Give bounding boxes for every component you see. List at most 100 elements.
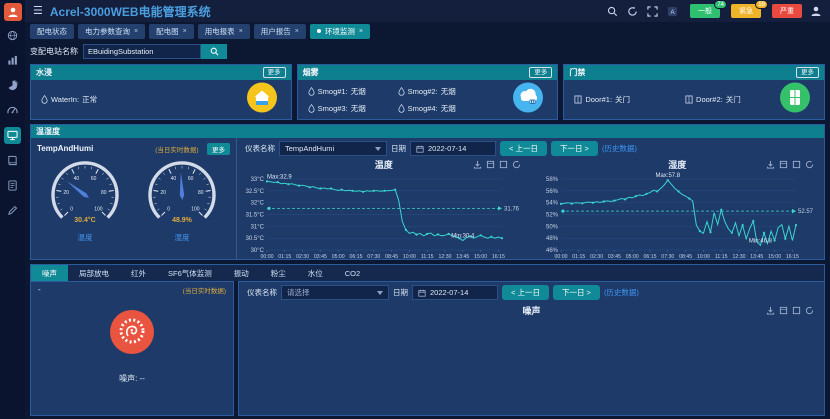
tab-noise[interactable]: 噪声	[31, 265, 68, 281]
meter-select[interactable]: 请选择	[281, 285, 389, 300]
user-avatar[interactable]	[4, 3, 22, 21]
sensor-tabbar: 噪声 局部放电 红外 SF6气体监测 振动 粉尘 水位 CO2	[30, 264, 825, 281]
close-tab-icon[interactable]: ×	[183, 28, 187, 35]
restore-icon[interactable]	[499, 160, 508, 169]
tab-vibration[interactable]: 振动	[223, 265, 260, 281]
tab-dust[interactable]: 粉尘	[260, 265, 297, 281]
svg-text:11:15: 11:15	[714, 254, 727, 260]
date-picker[interactable]: 2022-07-14	[410, 141, 496, 156]
svg-text:40: 40	[74, 176, 80, 182]
close-tab-icon[interactable]: ×	[359, 28, 363, 35]
substation-name-input[interactable]	[83, 44, 201, 59]
monitor-icon[interactable]	[4, 127, 21, 144]
tab-sf6-gas[interactable]: SF6气体监测	[157, 265, 223, 281]
tab-water-level[interactable]: 水位	[297, 265, 334, 281]
pie-chart-icon[interactable]	[4, 77, 21, 94]
globe-icon[interactable]	[4, 27, 21, 44]
meter-select[interactable]: TempAndHumi	[279, 141, 387, 156]
history-data-link[interactable]: (历史数据)	[604, 287, 639, 298]
history-controls: 仪表名称 TempAndHumi 日期 2022-07-14 < 上一日 下一日…	[237, 138, 824, 159]
search-icon[interactable]	[606, 5, 619, 18]
tab-energy-report[interactable]: 用电报表×	[198, 24, 250, 39]
alarm-general-button[interactable]: 一般 74	[690, 4, 720, 18]
history-data-link[interactable]: (历史数据)	[602, 143, 637, 154]
close-tab-icon[interactable]: ×	[239, 28, 243, 35]
humidity-chart-canvas[interactable]: 46%48%50%52%54%56%58%00:0001:1502:3003:4…	[531, 172, 823, 260]
gauge-icon[interactable]	[4, 102, 21, 119]
chart-toolbox	[473, 160, 521, 169]
calendar-icon	[418, 289, 426, 297]
door-status-icon	[780, 82, 810, 117]
substation-search-row: 变配电站名称	[25, 40, 830, 62]
svg-text:60: 60	[188, 176, 194, 182]
refresh-chart-icon[interactable]	[805, 306, 814, 315]
data-view-icon[interactable]	[779, 306, 788, 315]
prev-day-button[interactable]: < 上一日	[502, 285, 549, 300]
door-small-icon	[574, 95, 582, 104]
temperature-chart-canvas[interactable]: 30°C30.5°C31°C31.5°C32°C32.5°C33°C00:000…	[237, 172, 529, 260]
main-column: ☰ Acrel-3000WEB电能管理系统 A 一般 74 紧急 59	[25, 0, 830, 419]
substation-search-button[interactable]	[201, 44, 227, 59]
water-more-button[interactable]: 更多	[263, 67, 286, 78]
svg-text:30.4°C: 30.4°C	[74, 216, 95, 224]
date-label: 日期	[391, 143, 406, 154]
water-panel-title: 水浸	[36, 67, 52, 78]
noise-realtime-card: - (当日实时数据) 噪声: --	[30, 281, 234, 416]
book-icon[interactable]	[4, 152, 21, 169]
next-day-button[interactable]: 下一日 >	[553, 285, 600, 300]
bar-chart-icon[interactable]	[4, 52, 21, 69]
date-picker[interactable]: 2022-07-14	[412, 285, 498, 300]
data-view-icon[interactable]	[779, 160, 788, 169]
tab-environment-monitoring[interactable]: 环境监测×	[310, 24, 370, 39]
tab-distribution-diagram[interactable]: 配电图×	[149, 24, 194, 39]
svg-text:56%: 56%	[545, 189, 558, 195]
smoke-sensor-item: Smog#1:无烟	[308, 86, 398, 97]
tab-power-parameter-query[interactable]: 电力参数查询×	[78, 24, 145, 39]
hamburger-menu-icon[interactable]: ☰	[33, 6, 43, 17]
tab-infrared[interactable]: 红外	[120, 265, 157, 281]
data-view-icon[interactable]	[486, 160, 495, 169]
svg-text:32.5°C: 32.5°C	[246, 189, 265, 195]
smoke-more-button[interactable]: 更多	[529, 67, 552, 78]
refresh-icon[interactable]	[626, 5, 639, 18]
tab-co2[interactable]: CO2	[334, 265, 371, 281]
edit-icon[interactable]	[4, 202, 21, 219]
fullscreen-icon[interactable]	[646, 5, 659, 18]
top-bar: ☰ Acrel-3000WEB电能管理系统 A 一般 74 紧急 59	[25, 0, 830, 22]
next-day-button[interactable]: 下一日 >	[551, 141, 598, 156]
user-icon[interactable]	[809, 5, 822, 18]
alarm-severe-button[interactable]: 严重	[772, 4, 802, 18]
save-image-icon[interactable]	[766, 160, 775, 169]
temp-humidity-more-button[interactable]: 更多	[207, 143, 230, 155]
svg-text:00:00: 00:00	[554, 254, 567, 260]
smoke-panel-title: 烟雾	[303, 67, 319, 78]
droplet-icon	[41, 95, 48, 104]
tab-distribution-status[interactable]: 配电状态	[30, 24, 74, 39]
document-icon[interactable]	[4, 177, 21, 194]
refresh-chart-icon[interactable]	[512, 160, 521, 169]
chevron-down-icon	[375, 147, 381, 151]
close-tab-icon[interactable]: ×	[295, 28, 299, 35]
save-image-icon[interactable]	[766, 306, 775, 315]
svg-text:10:00: 10:00	[696, 254, 709, 260]
svg-text:20: 20	[160, 190, 166, 196]
svg-text:01:15: 01:15	[572, 254, 585, 260]
prev-day-button[interactable]: < 上一日	[500, 141, 547, 156]
noise-chart-area[interactable]: 噪声	[239, 303, 824, 415]
refresh-chart-icon[interactable]	[805, 160, 814, 169]
svg-text:16:15: 16:15	[492, 254, 505, 260]
droplet-icon	[398, 87, 405, 96]
language-icon[interactable]: A	[666, 5, 679, 18]
svg-text:06:15: 06:15	[643, 254, 656, 260]
tab-partial-discharge[interactable]: 局部放电	[68, 265, 120, 281]
door-more-button[interactable]: 更多	[796, 67, 819, 78]
restore-icon[interactable]	[792, 306, 801, 315]
tab-user-report[interactable]: 用户报告×	[254, 24, 306, 39]
restore-icon[interactable]	[792, 160, 801, 169]
app-title: Acrel-3000WEB电能管理系统	[50, 3, 599, 20]
alarm-urgent-button[interactable]: 紧急 59	[731, 4, 761, 18]
close-tab-icon[interactable]: ×	[134, 28, 138, 35]
save-image-icon[interactable]	[473, 160, 482, 169]
sidebar	[0, 0, 25, 419]
svg-text:58%: 58%	[545, 177, 558, 183]
